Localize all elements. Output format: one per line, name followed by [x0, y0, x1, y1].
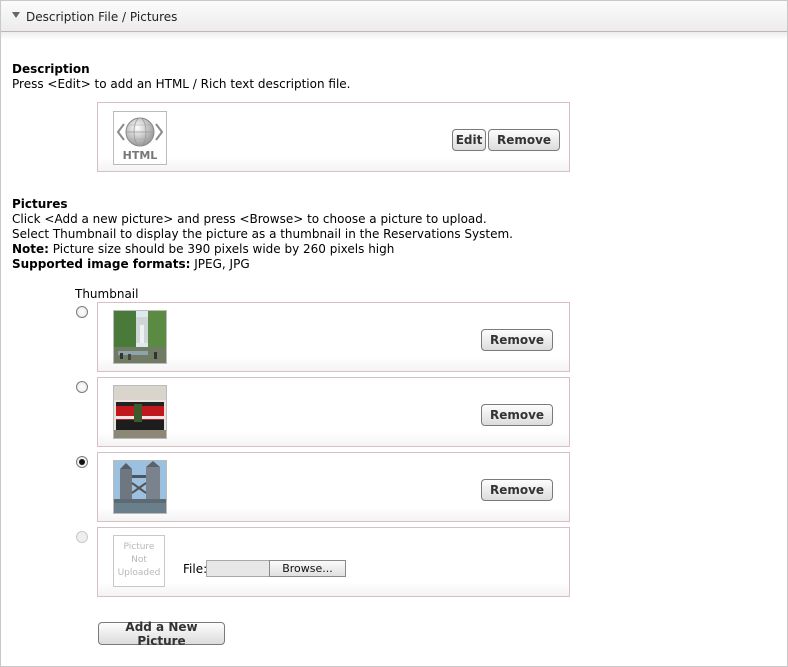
- box-shade: [98, 507, 569, 521]
- thumbnail-radio-1[interactable]: [76, 306, 88, 318]
- supported-formats: Supported image formats: JPEG, JPG: [12, 257, 250, 272]
- box-shade: [98, 582, 569, 596]
- picture-thumbnail-1: [113, 310, 167, 364]
- remove-picture-1-button[interactable]: Remove: [481, 329, 553, 351]
- new-picture-row: Picture Not Uploaded File: Browse...: [97, 527, 570, 597]
- picture-row-3: Remove: [97, 452, 570, 522]
- box-shade: [98, 157, 569, 171]
- html-icon-label: HTML: [122, 149, 158, 162]
- thumbnail-radio-3[interactable]: [76, 456, 88, 468]
- park-fountain-image: [114, 311, 166, 363]
- box-shade: [98, 357, 569, 371]
- description-file-box: HTML Edit Remove: [97, 102, 570, 172]
- formats-text: JPEG, JPG: [190, 257, 250, 271]
- html-file-icon: HTML: [113, 111, 167, 165]
- edit-description-button[interactable]: Edit: [452, 129, 486, 151]
- formats-label: Supported image formats:: [12, 257, 191, 271]
- remove-picture-3-button[interactable]: Remove: [481, 479, 553, 501]
- placeholder-line-2: Not: [131, 555, 147, 565]
- pictures-help-2: Select Thumbnail to display the picture …: [12, 227, 513, 241]
- box-shade: [98, 432, 569, 446]
- remove-description-button[interactable]: Remove: [488, 129, 560, 151]
- add-new-picture-button[interactable]: Add a New Picture: [98, 620, 225, 648]
- picture-row-2: Remove: [97, 377, 570, 447]
- file-path-input[interactable]: [206, 560, 270, 577]
- description-help: Press <Edit> to add an HTML / Rich text …: [12, 77, 351, 91]
- thumbnail-radio-2[interactable]: [76, 381, 88, 393]
- description-heading: Description: [12, 62, 90, 76]
- header-shade: [1, 32, 787, 40]
- pictures-heading: Pictures: [12, 197, 68, 211]
- thumbnail-radio-new: [76, 531, 88, 543]
- placeholder-line-1: Picture: [123, 542, 155, 552]
- browse-button[interactable]: Browse...: [269, 560, 346, 577]
- file-label: File:: [183, 562, 208, 576]
- thumbnail-column-label: Thumbnail: [75, 287, 139, 301]
- panel-title: Description File / Pictures: [26, 10, 178, 24]
- picture-thumbnail-2: [113, 385, 167, 439]
- remove-picture-2-button[interactable]: Remove: [481, 404, 553, 426]
- tower-bridge-image: [114, 461, 166, 513]
- placeholder-line-3: Uploaded: [117, 568, 161, 578]
- pictures-help-1: Click <Add a new picture> and press <Bro…: [12, 212, 487, 226]
- picture-row-1: Remove: [97, 302, 570, 372]
- picture-size-note: Note: Picture size should be 390 pixels …: [12, 242, 394, 257]
- picture-thumbnail-3: [113, 460, 167, 514]
- collapse-triangle-icon[interactable]: [12, 12, 20, 18]
- note-label: Note:: [12, 242, 49, 256]
- note-text: Picture size should be 390 pixels wide b…: [48, 242, 395, 256]
- guards-parade-image: [114, 386, 166, 438]
- panel-header[interactable]: Description File / Pictures: [1, 1, 787, 32]
- picture-not-uploaded-placeholder: Picture Not Uploaded: [113, 535, 165, 587]
